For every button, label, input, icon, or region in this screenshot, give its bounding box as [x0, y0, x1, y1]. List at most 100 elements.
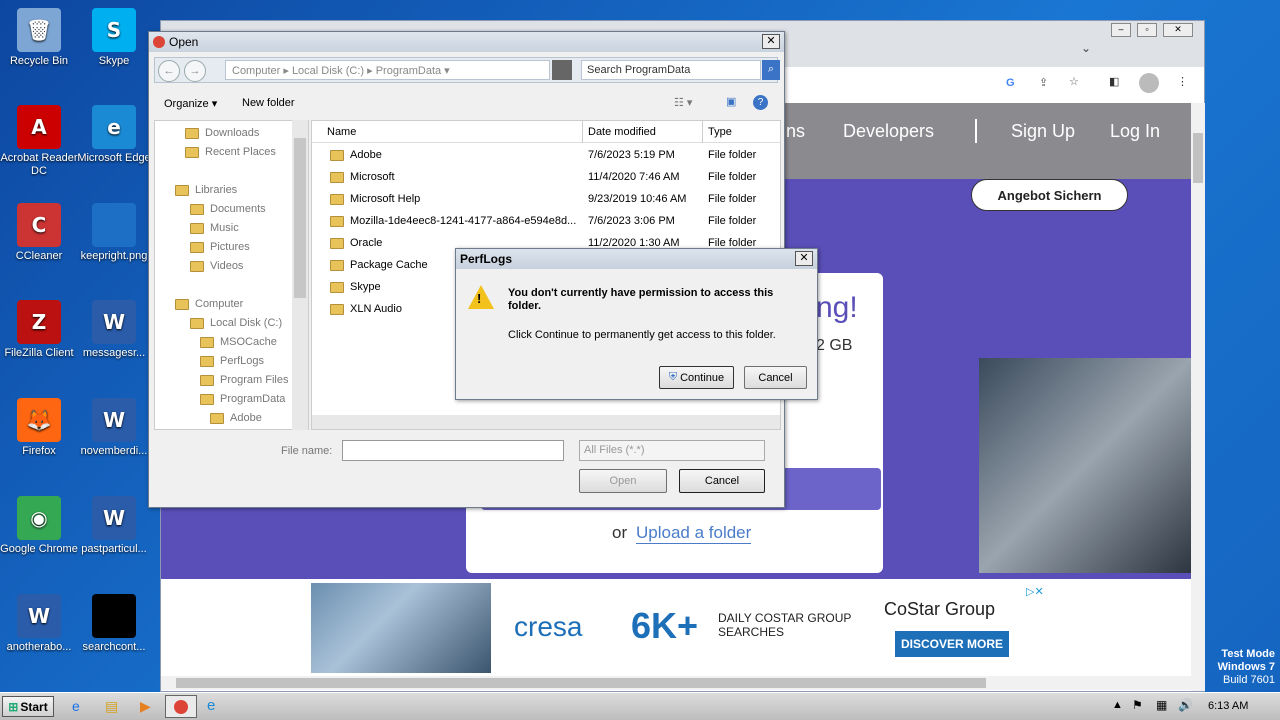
tray-arrow-icon[interactable]: ▲ [1112, 699, 1123, 711]
tab-list-icon[interactable]: ⌄ [1081, 41, 1091, 55]
angebot-button[interactable]: Angebot Sichern [971, 179, 1128, 211]
desktop-icon[interactable]: Z FileZilla Client [0, 300, 78, 360]
file-row[interactable]: Microsoft 11/4/2020 7:46 AM File folder [312, 171, 772, 193]
tree-item[interactable]: Libraries [175, 184, 237, 196]
flag-icon[interactable]: ⚑ [1132, 698, 1143, 712]
perm-close-icon[interactable]: ✕ [795, 251, 813, 266]
tree-item[interactable]: Music [190, 222, 239, 234]
minimize-icon[interactable]: – [1111, 23, 1131, 37]
file-name-label: File name: [281, 445, 333, 457]
tree-item[interactable]: Computer [175, 298, 243, 310]
ad-close-icon[interactable]: ▷✕ [1026, 585, 1044, 598]
desktop-icon-label: messagesr... [82, 347, 146, 359]
start-button[interactable]: ⊞ Start [2, 696, 54, 717]
col-type[interactable]: Type [708, 126, 732, 138]
continue-button[interactable]: ⛨ Continue [659, 366, 734, 389]
file-row[interactable]: Adobe 7/6/2023 5:19 PM File folder [312, 149, 772, 171]
tree-scrollbar[interactable] [292, 120, 308, 430]
menu-icon[interactable]: ⋮ [1177, 75, 1188, 88]
hscrollbar-thumb[interactable] [176, 678, 986, 688]
tree-item[interactable]: Program Files [200, 374, 288, 386]
desktop-icon[interactable]: e Microsoft Edge [75, 105, 153, 165]
tree-item[interactable]: Local Disk (C:) [190, 317, 282, 329]
tree-item[interactable]: Adobe [210, 412, 262, 424]
file-name-input[interactable] [342, 440, 564, 461]
desktop-icon[interactable]: Wpastparticul... [75, 496, 153, 556]
perm-cancel-button[interactable]: Cancel [744, 366, 807, 389]
ie-icon[interactable]: e [72, 698, 80, 714]
back-icon[interactable]: ← [158, 60, 180, 82]
edge-icon[interactable]: e [207, 697, 215, 714]
tree-item[interactable]: Downloads [185, 127, 259, 139]
tree-item[interactable]: PerfLogs [200, 355, 264, 367]
nav-login[interactable]: Log In [1110, 121, 1160, 142]
ad-cta-button[interactable]: DISCOVER MORE [895, 631, 1009, 657]
tree-scroll-thumb[interactable] [294, 138, 306, 298]
organize-menu[interactable]: Organize ▾ [164, 97, 217, 110]
col-name[interactable]: Name [327, 126, 356, 138]
forward-icon[interactable]: → [184, 60, 206, 82]
desktop-icon[interactable]: 🦊 Firefox [0, 398, 78, 458]
desktop-icon[interactable]: C CCleaner [0, 203, 78, 263]
crumb-computer[interactable]: Computer [232, 65, 280, 77]
network-icon[interactable]: ▦ [1156, 698, 1167, 712]
maximize-icon[interactable]: ▫ [1137, 23, 1157, 37]
tree-item[interactable]: MSOCache [200, 336, 277, 348]
sidepanel-icon[interactable]: ◧ [1109, 75, 1119, 88]
close-icon[interactable]: ✕ [1163, 23, 1193, 37]
upload-folder-link[interactable]: Upload a folder [636, 523, 752, 544]
file-name: Adobe [350, 149, 382, 161]
crumb-programdata[interactable]: ProgramData [376, 65, 441, 77]
open-button[interactable]: Open [579, 469, 667, 493]
desktop-icon[interactable]: Wnovemberdi... [75, 398, 153, 458]
share-icon[interactable]: ⇪ [1039, 76, 1048, 89]
nav-divider [975, 119, 977, 143]
crumb-local-disk[interactable]: Local Disk (C:) [292, 65, 364, 77]
nav-plans[interactable]: ns [786, 121, 805, 142]
desktop-icon[interactable]: A Acrobat Reader DC [0, 105, 78, 178]
star-icon[interactable]: ☆ [1069, 75, 1079, 88]
chrome-task-button[interactable] [165, 695, 197, 718]
nav-developers[interactable]: Developers [843, 121, 934, 142]
ad-banner[interactable]: cresa 6K+ DAILY COSTAR GROUP SEARCHES Co… [311, 583, 1044, 673]
cancel-button[interactable]: Cancel [679, 469, 765, 493]
refresh-icon[interactable] [552, 60, 572, 80]
desktop-icon[interactable]: ◉ Google Chrome [0, 496, 78, 556]
scrollbar-thumb[interactable] [1193, 133, 1203, 183]
browser-hscrollbar[interactable] [161, 676, 1191, 690]
file-row[interactable]: Microsoft Help 9/23/2019 10:46 AM File fol… [312, 193, 772, 215]
tree-item[interactable]: Pictures [190, 241, 250, 253]
desktop-icon[interactable]: keepright.png [75, 203, 153, 263]
search-icon[interactable]: ⌕ [762, 60, 780, 80]
view-icon[interactable]: ☷ ▾ [674, 96, 692, 109]
desktop-icon[interactable]: searchcont... [75, 594, 153, 654]
media-player-icon[interactable]: ▶ [140, 698, 151, 715]
tree-item[interactable]: Recent Places [185, 146, 276, 158]
breadcrumb[interactable]: Computer ▸ Local Disk (C:) ▸ ProgramData… [225, 60, 550, 80]
close-icon[interactable]: ✕ [762, 34, 780, 49]
tree-item[interactable]: Videos [190, 260, 243, 272]
help-icon[interactable]: ? [753, 95, 768, 110]
continue-label: Continue [680, 371, 725, 384]
profile-avatar[interactable] [1139, 73, 1159, 93]
tree-item[interactable]: ProgramData [200, 393, 285, 405]
preview-pane-icon[interactable]: ▣ [726, 95, 736, 108]
desktop-icon[interactable]: Wmessagesr... [75, 300, 153, 360]
google-icon[interactable]: G [1006, 77, 1015, 89]
nav-signup[interactable]: Sign Up [1011, 121, 1075, 142]
new-folder-button[interactable]: New folder [242, 97, 295, 109]
desktop-icon[interactable]: Wanotherabo... [0, 594, 78, 654]
file-hscrollbar[interactable] [312, 415, 780, 429]
desktop-icon[interactable]: 🗑 Recycle Bin [0, 8, 78, 68]
file-row[interactable]: Mozilla-1de4eec8-1241-4177-a864-e594e8d.… [312, 215, 772, 237]
desktop-icon-label: novemberdi... [80, 445, 148, 457]
browser-scrollbar[interactable] [1191, 103, 1205, 691]
col-date[interactable]: Date modified [588, 126, 656, 138]
search-input[interactable]: Search ProgramData [581, 60, 761, 80]
clock[interactable]: 6:13 AM [1208, 700, 1248, 712]
file-type-select[interactable]: All Files (*.*) [579, 440, 765, 461]
desktop-icon[interactable]: S Skype [75, 8, 153, 68]
explorer-icon[interactable]: ▤ [105, 698, 118, 715]
volume-icon[interactable]: 🔊 [1178, 698, 1193, 712]
tree-item[interactable]: Documents [190, 203, 266, 215]
